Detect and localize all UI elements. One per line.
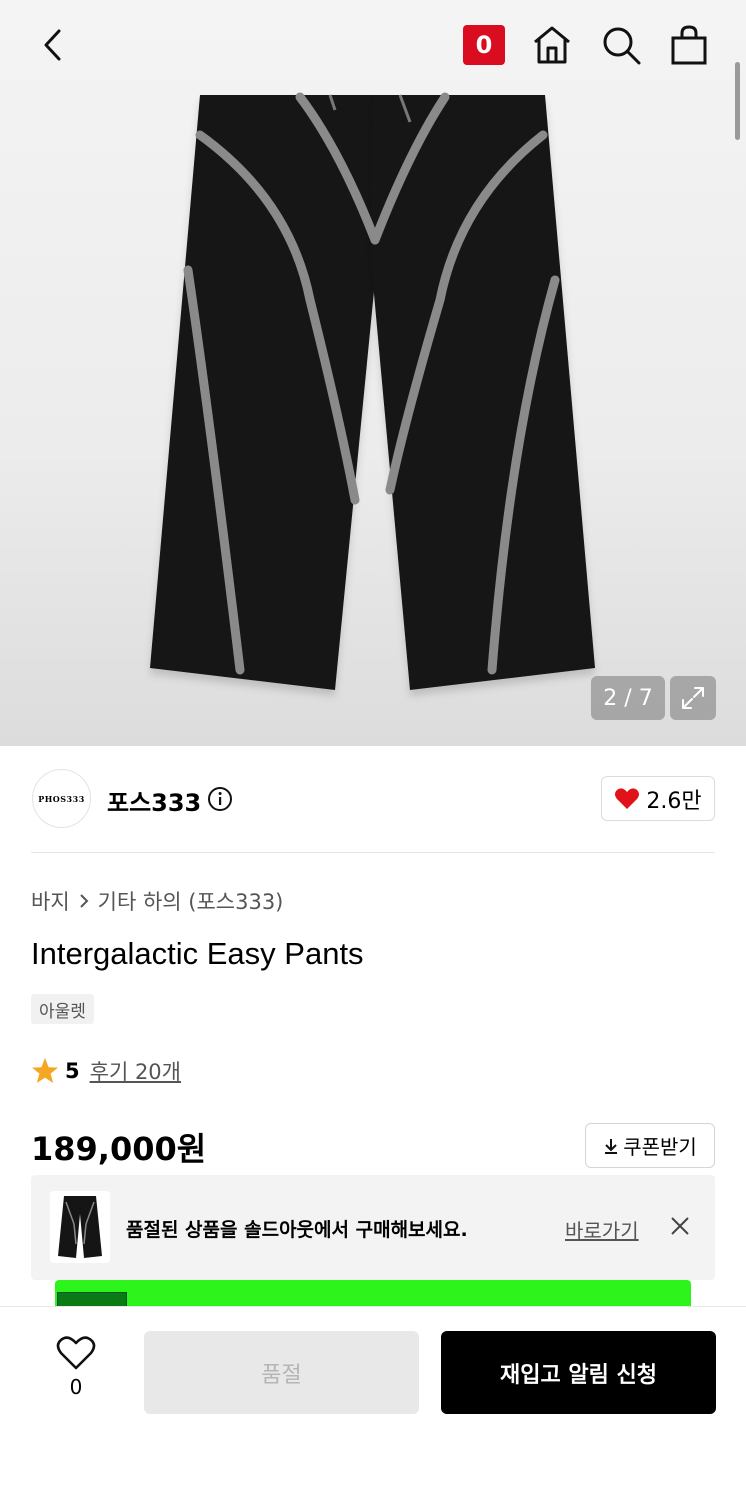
bottom-action-bar: 0 품절 재입고 알림 신청 [0, 1306, 746, 1500]
star-icon [32, 1058, 58, 1083]
bag-icon[interactable] [666, 22, 712, 68]
close-icon[interactable] [669, 1215, 691, 1241]
brand-name[interactable]: 포스333 [107, 783, 201, 818]
outlet-tag: 아울렛 [31, 994, 94, 1024]
heart-outline-icon [56, 1336, 96, 1370]
chevron-right-icon [79, 894, 89, 908]
banner-product-thumbnail [50, 1191, 110, 1263]
wishlist-button[interactable]: 0 [53, 1335, 99, 1399]
wishlist-count: 0 [69, 1375, 83, 1399]
coupon-button[interactable]: 쿠폰받기 [585, 1123, 715, 1168]
back-icon[interactable] [30, 22, 76, 68]
heart-filled-icon [615, 787, 640, 809]
download-icon [605, 1138, 618, 1154]
brand-like-button[interactable]: 2.6만 [601, 776, 715, 821]
coupon-label: 쿠폰받기 [623, 1135, 697, 1159]
search-icon[interactable] [598, 22, 644, 68]
product-image-gallery[interactable]: 0 2 / 7 [0, 0, 746, 746]
brand-like-count: 2.6만 [646, 788, 702, 814]
rating-summary: 5 후기 20개 [31, 1056, 181, 1086]
home-icon[interactable] [529, 22, 575, 68]
info-icon[interactable] [207, 786, 233, 816]
promo-banner[interactable] [31, 1280, 715, 1308]
breadcrumb: 바지 기타 하의 (포스333) [31, 886, 283, 916]
product-image [150, 92, 595, 690]
promo-banner-background [55, 1280, 691, 1308]
review-count-link[interactable]: 후기 20개 [90, 1056, 181, 1086]
soldout-button: 품절 [144, 1331, 419, 1414]
image-counter: 2 / 7 [591, 676, 665, 720]
product-title: Intergalactic Easy Pants [31, 936, 364, 971]
breadcrumb-item-subcategory[interactable]: 기타 하의 (포스333) [98, 886, 284, 916]
banner-link[interactable]: 바로가기 [565, 1215, 639, 1244]
restock-alert-button[interactable]: 재입고 알림 신청 [441, 1331, 716, 1414]
scrollbar[interactable] [735, 62, 740, 140]
soldout-banner: 품절된 상품을 솔드아웃에서 구매해보세요. 바로가기 [31, 1175, 715, 1280]
divider [31, 852, 715, 853]
breadcrumb-item-category[interactable]: 바지 [31, 886, 70, 916]
rating-score: 5 [65, 1059, 80, 1083]
notification-badge[interactable]: 0 [463, 25, 505, 65]
top-navigation-bar: 0 [0, 0, 746, 92]
banner-text: 품절된 상품을 솔드아웃에서 구매해보세요. [126, 1219, 468, 1241]
expand-icon[interactable] [670, 676, 716, 720]
product-price: 189,000원 [31, 1130, 207, 1168]
brand-logo[interactable]: PHOS333 [32, 769, 91, 828]
